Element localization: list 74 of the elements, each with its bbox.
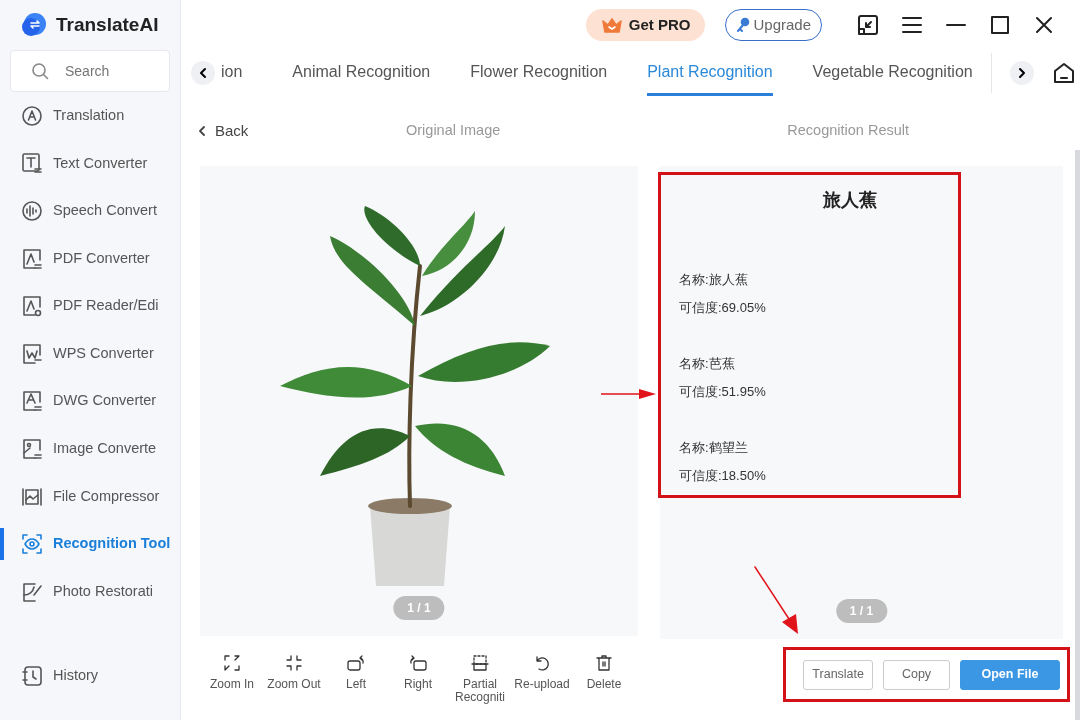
brush-icon bbox=[21, 580, 43, 603]
sidebar-item[interactable]: Photo Restorati bbox=[0, 567, 180, 616]
annotation-arrow bbox=[601, 389, 656, 399]
back-button[interactable]: Back bbox=[197, 119, 377, 143]
tab[interactable]: Flower Recognition bbox=[470, 50, 608, 96]
tab[interactable]: Vegetable Recognition bbox=[812, 50, 973, 96]
action-button[interactable]: Translate bbox=[803, 659, 873, 690]
confidence-text: 可信度:69.05% bbox=[679, 299, 767, 317]
tab[interactable]: ion bbox=[221, 50, 243, 96]
action-button[interactable]: Copy bbox=[883, 659, 950, 690]
app-name: TranslateAI bbox=[56, 12, 159, 37]
toolbar-button[interactable]: Partial Recogniti bbox=[449, 653, 511, 704]
toolbar-button[interactable]: Delete bbox=[573, 653, 635, 691]
document-gear-icon bbox=[21, 295, 43, 318]
page-indicator: 1 / 1 bbox=[835, 599, 888, 623]
result-name: 名称:鹤望兰 bbox=[679, 439, 749, 457]
search-field[interactable]: Search bbox=[63, 59, 163, 83]
rotate-left-icon bbox=[346, 653, 366, 673]
confidence-text: 可信度:51.95% bbox=[679, 383, 767, 401]
panel-title: Original Image bbox=[406, 121, 501, 141]
chevron-left-icon bbox=[197, 67, 209, 79]
image-icon bbox=[21, 437, 43, 460]
dashed-frame-icon bbox=[470, 653, 490, 673]
confidence-text: 可信度:18.50% bbox=[679, 467, 767, 485]
toolbar-button[interactable]: Re-upload bbox=[511, 653, 573, 691]
sidebar-item[interactable]: Recognition Tool bbox=[0, 520, 180, 568]
minimize-window-icon[interactable] bbox=[856, 13, 880, 37]
home-icon[interactable] bbox=[1051, 61, 1076, 85]
eye-scan-icon bbox=[21, 533, 43, 556]
expand-icon bbox=[222, 653, 242, 673]
tab[interactable]: Plant Recognition bbox=[647, 50, 773, 96]
sidebar-item[interactable]: File Compressor bbox=[0, 472, 180, 521]
trash-icon bbox=[594, 653, 614, 673]
document-icon bbox=[21, 247, 43, 270]
maximize-icon[interactable] bbox=[988, 13, 1012, 37]
sound-wave-icon bbox=[21, 200, 43, 222]
sidebar-item[interactable]: PDF Converter bbox=[0, 234, 180, 283]
text-icon bbox=[21, 152, 43, 175]
toolbar-button[interactable]: Left bbox=[325, 653, 387, 691]
sidebar-item[interactable]: WPS Converter bbox=[0, 329, 180, 378]
sidebar-item[interactable]: PDF Reader/Edi bbox=[0, 282, 180, 330]
history-icon bbox=[21, 665, 43, 688]
app-logo-icon bbox=[20, 11, 48, 39]
chevron-left-icon bbox=[197, 125, 207, 137]
search-icon bbox=[31, 62, 49, 80]
toolbar-button[interactable]: Zoom In bbox=[201, 653, 263, 691]
scroll-left-button[interactable] bbox=[191, 61, 215, 85]
result-heading: 旅人蕉 bbox=[821, 189, 878, 212]
sidebar-item[interactable]: Image Converte bbox=[0, 425, 180, 473]
search-box[interactable]: Search bbox=[10, 50, 170, 92]
result-name: 名称:芭蕉 bbox=[679, 355, 736, 373]
key-icon bbox=[736, 17, 751, 33]
result-name: 名称:旅人蕉 bbox=[679, 271, 749, 289]
annotation-arrow bbox=[754, 566, 798, 634]
history-item[interactable]: History bbox=[0, 652, 180, 700]
document-icon bbox=[21, 390, 43, 413]
translate-icon bbox=[21, 104, 43, 127]
page-indicator: 1 / 1 bbox=[393, 596, 445, 620]
image-icon bbox=[21, 485, 43, 508]
tab[interactable]: Animal Recognition bbox=[292, 50, 431, 96]
crown-icon bbox=[600, 16, 623, 34]
sidebar-item[interactable]: Translation bbox=[0, 92, 180, 140]
sidebar-item[interactable]: DWG Converter bbox=[0, 377, 180, 426]
sidebar-item[interactable]: Speech Convert bbox=[0, 187, 180, 235]
sidebar-item[interactable]: Text Converter bbox=[0, 139, 180, 188]
rotate-right-icon bbox=[408, 653, 428, 673]
upgrade-button[interactable]: Upgrade bbox=[725, 9, 822, 41]
collapse-icon bbox=[284, 653, 304, 673]
scroll-right-button[interactable] bbox=[1009, 61, 1034, 85]
toolbar-button[interactable]: Zoom Out bbox=[263, 653, 325, 691]
get-pro-button[interactable]: Get PRO bbox=[585, 9, 706, 41]
toolbar-button[interactable]: Right bbox=[387, 653, 449, 691]
document-icon bbox=[21, 342, 43, 365]
panel-title: Recognition Result bbox=[787, 121, 909, 141]
